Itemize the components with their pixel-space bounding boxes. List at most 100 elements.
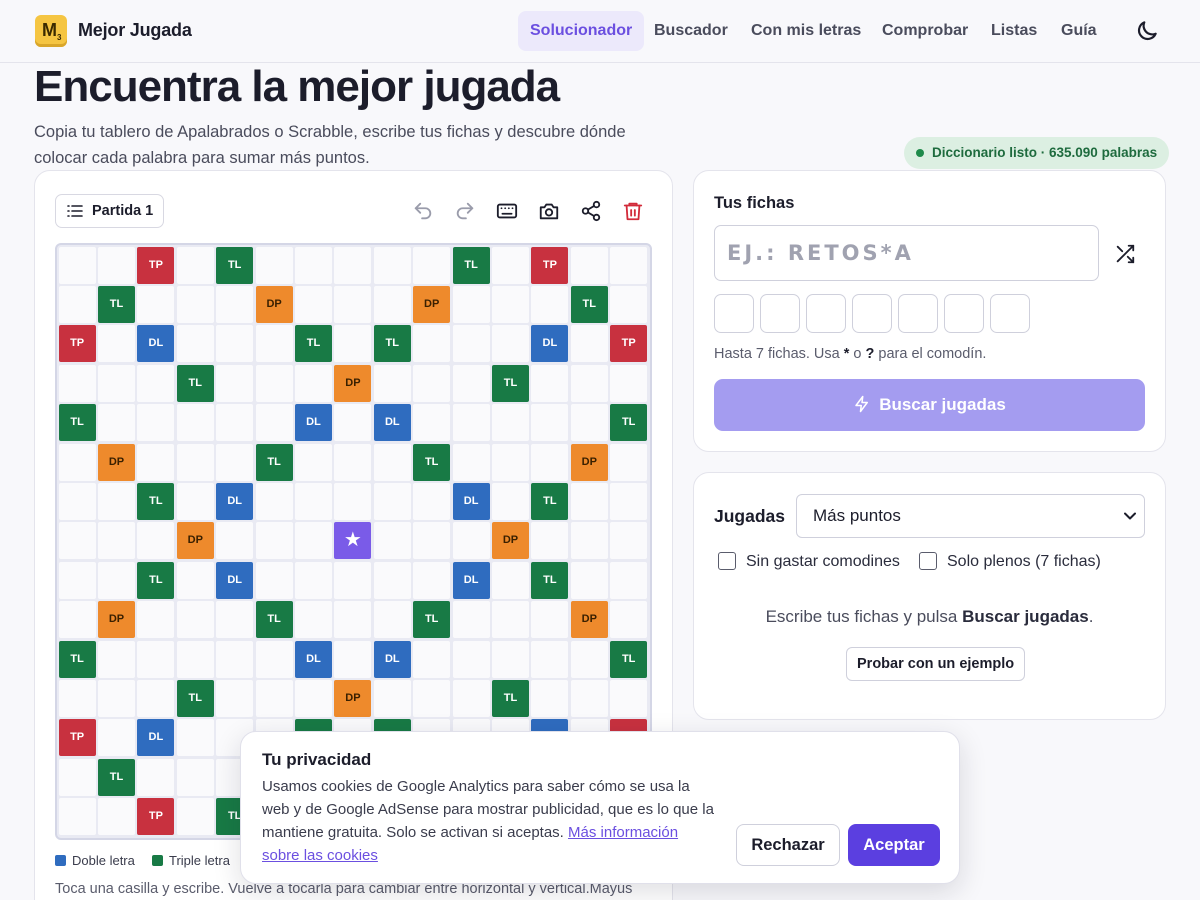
board-cell[interactable]	[413, 404, 451, 442]
board-cell[interactable]	[531, 285, 569, 324]
board-cell[interactable]	[58, 601, 96, 639]
board-cell[interactable]	[334, 246, 372, 284]
board-cell[interactable]	[373, 246, 411, 284]
tile-slot[interactable]	[806, 294, 846, 333]
bonus-cell-tl[interactable]: TL	[137, 561, 175, 599]
board-cell[interactable]	[570, 325, 608, 363]
board-cell[interactable]	[452, 443, 490, 481]
board-cell[interactable]	[294, 679, 333, 718]
board-cell[interactable]	[334, 404, 372, 442]
board-cell[interactable]	[373, 364, 411, 402]
board-cell[interactable]	[176, 640, 214, 678]
bonus-cell-tl[interactable]: TL	[452, 246, 490, 284]
tile-slot[interactable]	[760, 294, 800, 333]
bonus-cell-dp[interactable]: DP	[97, 601, 136, 639]
bonus-cell-tp[interactable]: TP	[531, 246, 569, 284]
board-cell[interactable]	[58, 758, 96, 796]
board-cell[interactable]	[491, 443, 530, 481]
bonus-cell-dp[interactable]: DP	[176, 522, 214, 560]
bonus-cell-dp[interactable]: DP	[570, 601, 608, 639]
board-cell[interactable]	[176, 404, 214, 442]
board-cell[interactable]	[216, 679, 254, 718]
board-cell[interactable]	[97, 679, 136, 718]
board-cell[interactable]	[570, 679, 608, 718]
board-cell[interactable]	[176, 758, 214, 796]
nav-guia[interactable]: Guía	[1049, 11, 1109, 51]
tile-slot[interactable]	[852, 294, 892, 333]
reject-cookies-button[interactable]: Rechazar	[736, 824, 840, 866]
board-cell[interactable]	[176, 561, 214, 599]
bonus-cell-tl[interactable]: TL	[570, 285, 608, 324]
camera-icon[interactable]	[538, 200, 560, 222]
board-cell[interactable]	[531, 522, 569, 560]
board-cell[interactable]	[334, 640, 372, 678]
bonus-cell-tl[interactable]: TL	[176, 679, 214, 718]
bonus-cell-dp[interactable]: DP	[97, 443, 136, 481]
board-cell[interactable]	[570, 561, 608, 599]
board-cell[interactable]	[610, 364, 648, 402]
board-cell[interactable]	[491, 482, 530, 521]
bonus-cell-dl[interactable]: DL	[137, 719, 175, 757]
board-cell[interactable]	[294, 364, 333, 402]
board-cell[interactable]	[294, 522, 333, 560]
board-cell[interactable]	[610, 482, 648, 521]
board-cell[interactable]	[452, 601, 490, 639]
board-cell[interactable]	[491, 404, 530, 442]
board-cell[interactable]	[58, 798, 96, 836]
board-cell[interactable]	[294, 285, 333, 324]
tiles-input[interactable]	[714, 225, 1099, 281]
bonus-cell-tl[interactable]: TL	[373, 325, 411, 363]
board-cell[interactable]	[58, 443, 96, 481]
board-cell[interactable]	[137, 364, 175, 402]
board-cell[interactable]	[137, 640, 175, 678]
board-cell[interactable]	[373, 482, 411, 521]
bonus-cell-tl[interactable]: TL	[97, 285, 136, 324]
board-cell[interactable]	[570, 482, 608, 521]
board-cell[interactable]	[97, 522, 136, 560]
bonus-cell-tp[interactable]: TP	[137, 798, 175, 836]
bonus-cell-dp[interactable]: DP	[334, 364, 372, 402]
board-cell[interactable]	[610, 601, 648, 639]
board-cell[interactable]	[216, 601, 254, 639]
board-cell[interactable]	[58, 482, 96, 521]
board-cell[interactable]	[452, 285, 490, 324]
bonus-cell-tl[interactable]: TL	[294, 325, 333, 363]
bonus-cell-dl[interactable]: DL	[452, 561, 490, 599]
nav-solucionador[interactable]: Solucionador	[518, 11, 645, 51]
shuffle-icon[interactable]	[1114, 243, 1136, 265]
bonus-cell-tl[interactable]: TL	[255, 601, 293, 639]
nav-con-mis-letras[interactable]: Con mis letras	[739, 11, 873, 51]
bonus-cell-tl[interactable]: TL	[176, 364, 214, 402]
bonus-cell-dp[interactable]: DP	[334, 679, 372, 718]
bonus-cell-dl[interactable]: DL	[137, 325, 175, 363]
board-cell[interactable]	[176, 601, 214, 639]
board-cell[interactable]	[531, 404, 569, 442]
board-cell[interactable]	[413, 325, 451, 363]
bonus-cell-tl[interactable]: TL	[255, 443, 293, 481]
board-cell[interactable]	[413, 679, 451, 718]
board-cell[interactable]	[373, 443, 411, 481]
board-cell[interactable]	[255, 640, 293, 678]
bonus-cell-dl[interactable]: DL	[373, 404, 411, 442]
bonus-cell-tl[interactable]: TL	[491, 364, 530, 402]
board-cell[interactable]	[491, 561, 530, 599]
bonus-cell-dl[interactable]: DL	[373, 640, 411, 678]
bonus-cell-tp[interactable]: TP	[58, 325, 96, 363]
board-cell[interactable]	[137, 758, 175, 796]
board-cell[interactable]	[294, 443, 333, 481]
bonus-cell-dl[interactable]: DL	[452, 482, 490, 521]
bonus-cell-tp[interactable]: TP	[137, 246, 175, 284]
board-cell[interactable]	[58, 246, 96, 284]
board-cell[interactable]	[334, 561, 372, 599]
board-cell[interactable]	[570, 364, 608, 402]
board-cell[interactable]	[137, 404, 175, 442]
board-cell[interactable]	[97, 325, 136, 363]
board-cell[interactable]	[176, 719, 214, 757]
checkbox-no-wildcards[interactable]: Sin gastar comodines	[718, 552, 900, 571]
bonus-cell-tl[interactable]: TL	[413, 601, 451, 639]
board-cell[interactable]	[58, 364, 96, 402]
moon-icon[interactable]	[1134, 18, 1160, 44]
board-cell[interactable]	[137, 522, 175, 560]
board-cell[interactable]	[176, 246, 214, 284]
board-cell[interactable]	[216, 364, 254, 402]
